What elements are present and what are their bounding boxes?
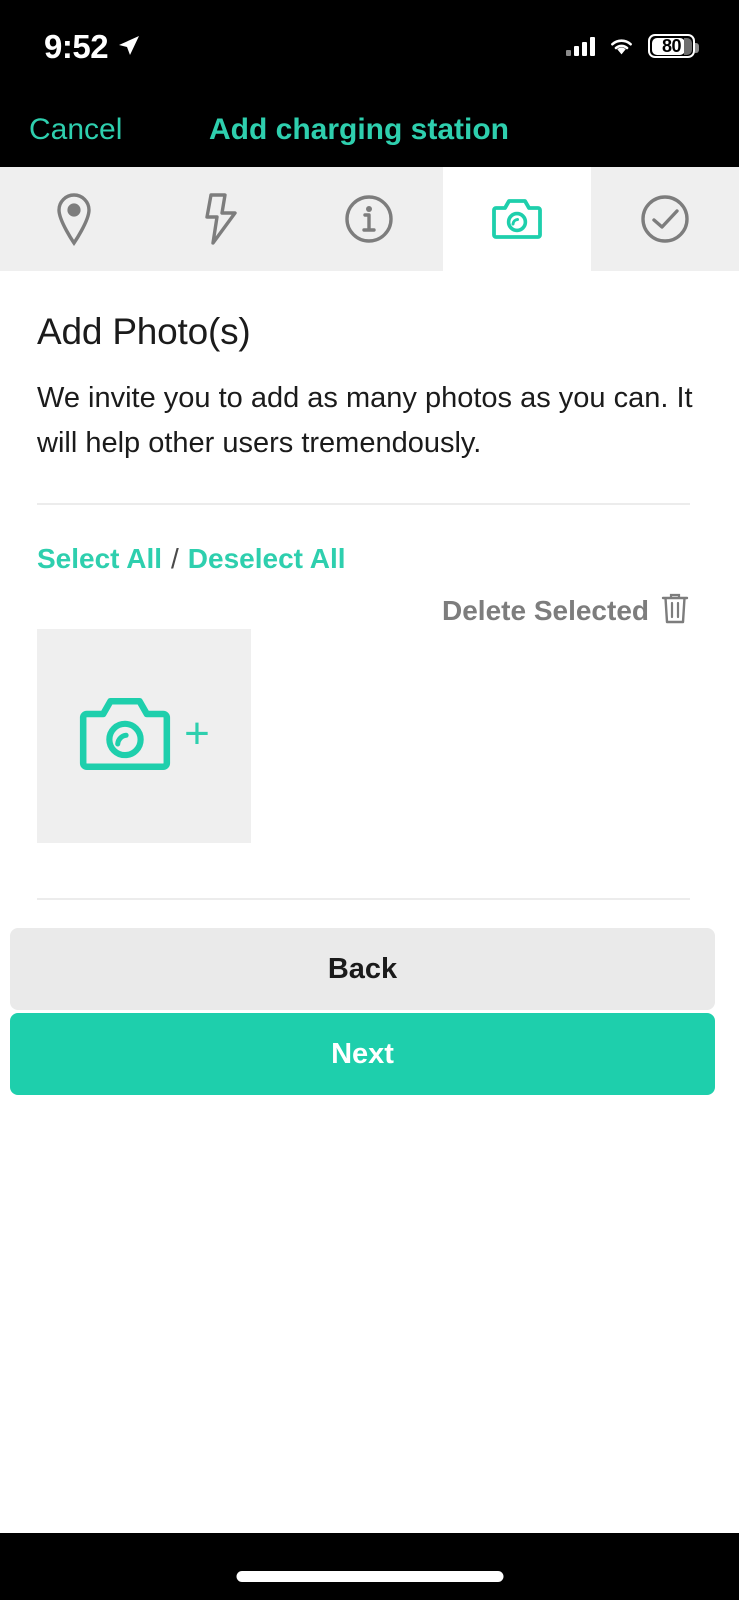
- page-title: Add charging station: [209, 112, 509, 146]
- next-button[interactable]: Next: [10, 1013, 715, 1095]
- section-description: We invite you to add as many photos as y…: [37, 382, 693, 459]
- battery-icon: 80: [648, 34, 699, 58]
- home-indicator[interactable]: [236, 1571, 503, 1582]
- delete-selected-label: Delete Selected: [442, 594, 649, 626]
- section-heading: Add Photo(s): [37, 311, 251, 352]
- cancel-button[interactable]: Cancel: [29, 113, 122, 147]
- delete-selected-button[interactable]: Delete Selected: [442, 591, 690, 630]
- lightning-bolt-icon: [201, 191, 243, 247]
- add-photo-plus-icon: +: [184, 709, 210, 758]
- home-bar: [0, 1533, 739, 1600]
- status-bar-right: 80: [566, 34, 699, 58]
- tab-location[interactable]: [0, 167, 148, 271]
- tab-power[interactable]: [147, 167, 296, 271]
- tab-confirm[interactable]: [591, 167, 739, 271]
- step-tab-bar: [0, 167, 739, 271]
- wifi-icon: [608, 36, 635, 56]
- info-circle-icon: [343, 193, 395, 245]
- status-bar-left: 9:52: [44, 30, 141, 63]
- camera-icon: [492, 197, 543, 241]
- tab-photos[interactable]: [443, 167, 592, 271]
- tab-info[interactable]: [295, 167, 444, 271]
- back-button[interactable]: Back: [10, 928, 715, 1010]
- map-pin-icon: [52, 191, 96, 247]
- location-arrow-icon: [117, 34, 141, 58]
- cellular-signal-icon: [566, 36, 595, 56]
- trash-icon: [660, 591, 690, 630]
- select-controls: Select All / Deselect All: [37, 543, 346, 575]
- camera-icon: [78, 694, 172, 779]
- divider-bottom: [37, 898, 690, 900]
- select-separator: /: [171, 543, 179, 574]
- add-photo-tile[interactable]: +: [37, 629, 251, 843]
- divider-top: [37, 503, 690, 505]
- status-bar-time: 9:52: [44, 27, 109, 65]
- status-bar: 9:52 80: [0, 0, 739, 92]
- battery-level-label: 80: [661, 35, 682, 56]
- check-circle-icon: [639, 193, 691, 245]
- nav-bar: Cancel Add charging station: [0, 92, 739, 167]
- select-all-link[interactable]: Select All: [37, 543, 162, 575]
- deselect-all-link[interactable]: Deselect All: [188, 543, 346, 575]
- phone-screen: 9:52 80 Cancel Add charging station Add …: [0, 0, 739, 1600]
